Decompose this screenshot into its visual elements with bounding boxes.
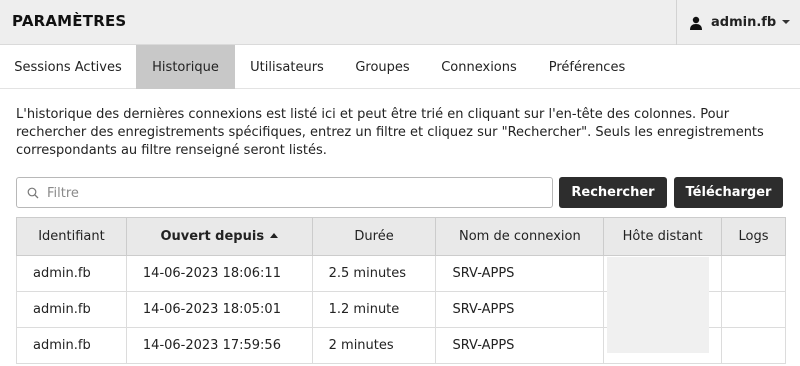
cell-duration: 1.2 minute: [311, 291, 437, 328]
cell-connection: SRV-APPS: [435, 327, 605, 364]
cell-connection: SRV-APPS: [435, 255, 605, 292]
cell-duration: 2 minutes: [311, 327, 437, 364]
cell-user: admin.fb: [16, 327, 127, 364]
tab-utilisateurs[interactable]: Utilisateurs: [235, 45, 339, 89]
column-label: Ouvert depuis: [160, 229, 265, 244]
column-label: Durée: [354, 229, 394, 244]
cell-opened: 14-06-2023 17:59:56: [125, 327, 313, 364]
column-label: Identifiant: [38, 229, 105, 244]
cell-duration: 2.5 minutes: [311, 255, 437, 292]
redacted-host-area: [607, 257, 709, 353]
sort-ascending-icon: [270, 233, 279, 238]
user-icon: [690, 16, 702, 30]
cell-logs: [721, 291, 786, 328]
user-menu[interactable]: admin.fb: [676, 0, 800, 45]
cell-user: admin.fb: [16, 255, 127, 292]
download-button[interactable]: Télécharger: [674, 177, 783, 208]
settings-tabs: Sessions Actives Historique Utilisateurs…: [0, 45, 800, 89]
search-button[interactable]: Rechercher: [559, 177, 667, 208]
cell-logs: [721, 255, 786, 292]
settings-header: PARAMÈTRES admin.fb: [0, 0, 800, 45]
cell-opened: 14-06-2023 18:06:11: [125, 255, 313, 292]
table-header-row: Identifiant Ouvert depuis Durée Nom de c…: [16, 217, 786, 256]
column-header-hote-distant[interactable]: Hôte distant: [603, 217, 723, 256]
chevron-down-icon: [782, 20, 790, 24]
column-label: Hôte distant: [622, 229, 703, 244]
cell-opened: 14-06-2023 18:05:01: [125, 291, 313, 328]
column-header-duree[interactable]: Durée: [311, 217, 437, 256]
search-icon: [27, 187, 39, 199]
column-label: Logs: [738, 229, 769, 244]
user-name: admin.fb: [711, 15, 777, 30]
column-header-logs[interactable]: Logs: [721, 217, 786, 256]
cell-logs: [721, 327, 786, 364]
page-title: PARAMÈTRES: [12, 12, 127, 30]
tab-connexions[interactable]: Connexions: [426, 45, 532, 89]
column-header-nom-connexion[interactable]: Nom de connexion: [435, 217, 605, 256]
history-description: L'historique des dernières connexions es…: [16, 107, 764, 158]
tab-sessions-actives[interactable]: Sessions Actives: [0, 45, 136, 89]
cell-user: admin.fb: [16, 291, 127, 328]
search-input[interactable]: [47, 183, 542, 203]
column-header-ouvert-depuis[interactable]: Ouvert depuis: [125, 217, 313, 256]
tab-groupes[interactable]: Groupes: [339, 45, 426, 89]
column-header-identifiant[interactable]: Identifiant: [16, 217, 127, 256]
column-label: Nom de connexion: [459, 229, 581, 244]
cell-connection: SRV-APPS: [435, 291, 605, 328]
search-field[interactable]: [16, 177, 553, 208]
tab-preferences[interactable]: Préférences: [532, 45, 642, 89]
tab-historique[interactable]: Historique: [136, 45, 235, 89]
